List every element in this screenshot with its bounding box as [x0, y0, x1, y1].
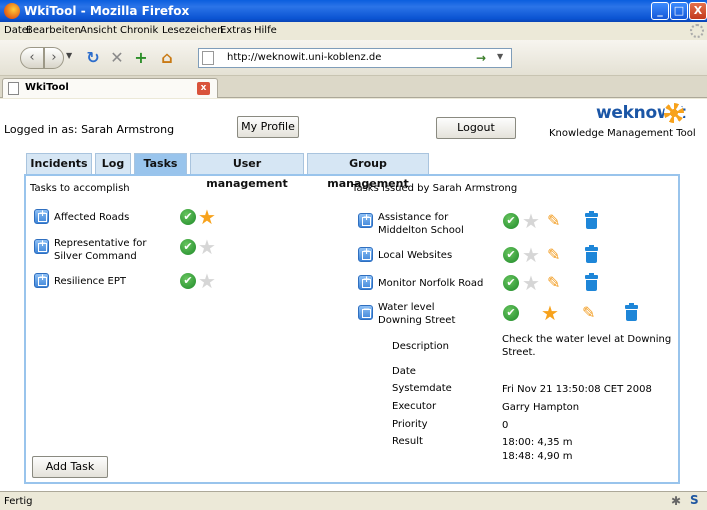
firefox-icon	[4, 3, 20, 19]
star-empty-icon[interactable]: ★	[522, 273, 540, 293]
priority-label: Priority	[392, 419, 428, 430]
delete-trash-icon[interactable]	[585, 245, 598, 263]
browser-tab[interactable]: WkiTool x	[2, 78, 218, 98]
reload-icon[interactable]: ↻	[83, 48, 103, 68]
history-dropdown-icon[interactable]: ▼	[66, 51, 72, 60]
systemdate-value: Fri Nov 21 13:50:08 CET 2008	[502, 384, 652, 395]
logout-button[interactable]: Logout	[436, 117, 516, 139]
star-empty-icon[interactable]: ★	[198, 271, 216, 291]
back-button[interactable]: ‹	[20, 47, 44, 69]
expand-icon[interactable]	[34, 239, 49, 254]
edit-pencil-icon[interactable]: ✎	[582, 304, 600, 322]
window-title: WkiTool - Mozilla Firefox	[24, 4, 190, 18]
menu-extras[interactable]: Extras	[220, 25, 252, 36]
menu-bearbeiten[interactable]: Bearbeiten	[26, 25, 81, 36]
complete-check-icon[interactable]: ✔	[180, 239, 196, 255]
close-tab-icon[interactable]: x	[197, 82, 210, 95]
throbber-icon	[690, 24, 704, 38]
edit-pencil-icon[interactable]: ✎	[547, 274, 565, 292]
maximize-button[interactable]: □	[670, 2, 688, 20]
expand-icon[interactable]	[358, 275, 373, 290]
result-value-line: 18:00: 4,35 m	[502, 437, 573, 448]
window-title-bar: WkiTool - Mozilla Firefox _ □ X	[0, 0, 707, 22]
menu-chronik[interactable]: Chronik	[120, 25, 158, 36]
executor-value: Garry Hampton	[502, 402, 580, 413]
logged-in-label: Logged in as: Sarah Armstrong	[4, 123, 175, 136]
stop-icon[interactable]: ✕	[107, 48, 127, 68]
star-filled-icon[interactable]: ★	[541, 303, 559, 323]
status-text: Fertig	[4, 496, 33, 507]
navigation-toolbar: ‹ › ▼ ↻ ✕ + ⌂ http://weknowit.uni-koblen…	[0, 40, 707, 76]
forward-button[interactable]: ›	[44, 47, 64, 69]
home-icon[interactable]: ⌂	[157, 48, 177, 68]
browser-tab-strip: WkiTool x	[0, 76, 707, 98]
my-profile-button[interactable]: My Profile	[237, 116, 299, 138]
star-filled-icon[interactable]: ★	[198, 207, 216, 227]
delete-trash-icon[interactable]	[585, 273, 598, 291]
result-label: Result	[392, 436, 423, 447]
edit-pencil-icon[interactable]: ✎	[547, 212, 565, 230]
sun-logo-icon	[664, 103, 684, 123]
complete-check-icon[interactable]: ✔	[503, 275, 519, 291]
executor-label: Executor	[392, 401, 437, 412]
task-label[interactable]: Resilience EPT	[54, 275, 174, 288]
description-value: Check the water level at Downing Street.	[502, 334, 672, 358]
brand-subtitle: Knowledge Management Tool	[549, 128, 696, 139]
s-status-icon[interactable]: S	[690, 493, 699, 507]
star-empty-icon[interactable]: ★	[522, 211, 540, 231]
task-label[interactable]: Assistance for Middelton School	[378, 211, 498, 237]
page-icon	[202, 51, 214, 65]
edit-pencil-icon[interactable]: ✎	[547, 246, 565, 264]
systemdate-label: Systemdate	[392, 383, 452, 394]
expand-icon[interactable]	[34, 209, 49, 224]
status-bar: Fertig ✱ S	[0, 491, 707, 510]
result-value-line: 18:48: 4,90 m	[502, 451, 573, 462]
minimize-button[interactable]: _	[651, 2, 669, 20]
complete-check-icon[interactable]: ✔	[180, 273, 196, 289]
task-label[interactable]: Representative for Silver Command	[54, 237, 176, 263]
task-label[interactable]: Local Websites	[378, 249, 498, 262]
page-content: Logged in as: Sarah Armstrong My Profile…	[0, 99, 707, 491]
task-label[interactable]: Affected Roads	[54, 211, 174, 224]
tab-user-management[interactable]: User management	[190, 153, 304, 190]
complete-check-icon[interactable]: ✔	[180, 209, 196, 225]
delete-trash-icon[interactable]	[625, 303, 638, 321]
tab-tasks[interactable]: Tasks	[134, 153, 187, 174]
expand-icon[interactable]	[34, 273, 49, 288]
tab-incidents[interactable]: Incidents	[26, 153, 92, 174]
star-empty-icon[interactable]: ★	[198, 237, 216, 257]
expand-icon[interactable]	[358, 247, 373, 262]
page-icon	[8, 82, 19, 95]
menu-ansicht[interactable]: Ansicht	[80, 25, 117, 36]
task-label[interactable]: Water level Downing Street	[378, 301, 478, 327]
tab-log[interactable]: Log	[95, 153, 131, 174]
add-task-button[interactable]: Add Task	[32, 456, 108, 478]
go-arrow-icon[interactable]: →	[476, 51, 486, 65]
collapse-icon[interactable]	[358, 305, 373, 320]
close-window-button[interactable]: X	[689, 2, 707, 20]
delete-trash-icon[interactable]	[585, 211, 598, 229]
complete-check-icon[interactable]: ✔	[503, 305, 519, 321]
tab-group-management[interactable]: Group management	[307, 153, 429, 190]
url-dropdown-icon[interactable]: ▼	[497, 52, 503, 61]
browser-tab-label: WkiTool	[25, 82, 69, 93]
address-bar[interactable]: http://weknowit.uni-koblenz.de → ▼	[198, 48, 512, 68]
menu-lesezeichen[interactable]: Lesezeichen	[162, 25, 223, 36]
tasks-to-accomplish-title: Tasks to accomplish	[30, 183, 130, 194]
menu-bar: Datei Bearbeiten Ansicht Chronik Lesezei…	[0, 22, 707, 40]
menu-hilfe[interactable]: Hilfe	[254, 25, 277, 36]
complete-check-icon[interactable]: ✔	[503, 247, 519, 263]
url-text[interactable]: http://weknowit.uni-koblenz.de	[227, 52, 381, 63]
tasks-issued-title: Tasks issued by Sarah Armstrong	[352, 183, 518, 194]
addon-status-icon[interactable]: ✱	[671, 494, 685, 508]
date-label: Date	[392, 366, 416, 377]
star-empty-icon[interactable]: ★	[522, 245, 540, 265]
complete-check-icon[interactable]: ✔	[503, 213, 519, 229]
priority-value: 0	[502, 420, 509, 431]
bookmark-add-icon[interactable]: +	[131, 48, 151, 68]
description-label: Description	[392, 341, 449, 352]
task-label[interactable]: Monitor Norfolk Road	[378, 277, 498, 290]
expand-icon[interactable]	[358, 213, 373, 228]
